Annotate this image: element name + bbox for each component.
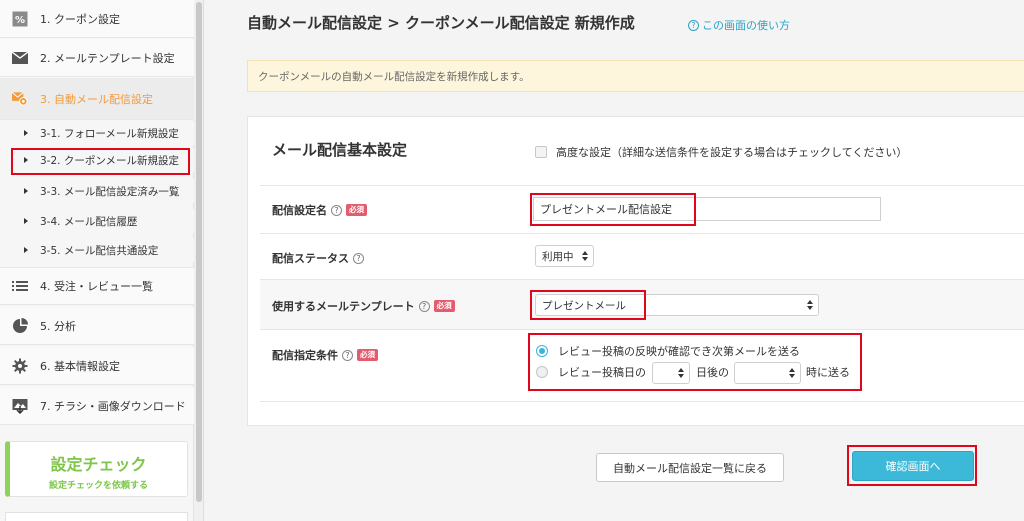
label-text: 配信ステータス (272, 252, 349, 265)
radio-unselected[interactable] (536, 366, 548, 378)
condition-option-scheduled[interactable]: レビュー投稿日の (536, 364, 646, 380)
sidebar-subitem-label: 3-4. メール配信履歴 (40, 215, 138, 228)
condition-option-prefix: レビュー投稿日の (558, 366, 646, 379)
required-badge: 必須 (357, 349, 378, 361)
caret-right-icon (24, 188, 28, 194)
help-question-icon[interactable]: ? (331, 204, 342, 216)
sidebar-subitem-label: 3-3. メール配信設定済み一覧 (40, 185, 180, 198)
settings-check-subtitle: 設定チェックを依頼する (48, 481, 148, 491)
caret-right-icon (24, 130, 28, 136)
select-arrows-icon (807, 300, 813, 310)
help-question-icon[interactable]: ? (418, 300, 430, 312)
sidebar-item-label: 7. チラシ・画像ダウンロード (40, 399, 186, 413)
help-question-icon[interactable]: ? (342, 349, 353, 361)
send-hour-select[interactable] (734, 362, 801, 384)
sidebar-subitem-label: 3-1. フォローメール新規設定 (40, 127, 179, 140)
condition-option-middle-text: 日後の (696, 366, 729, 379)
template-select-value: プレゼントメール (542, 299, 626, 312)
help-question-icon[interactable]: ? (353, 252, 364, 264)
pie-chart-icon (12, 317, 28, 334)
question-circle-icon: ? (688, 19, 699, 31)
caret-right-icon (24, 157, 28, 163)
sidebar-item-orders-reviews[interactable]: 4. 受注・レビュー一覧 (0, 267, 194, 305)
advanced-settings-label: 高度な設定（詳細な送信条件を設定する場合はチェックしてください） (556, 146, 908, 159)
condition-option-immediate[interactable]: レビュー投稿の反映が確認でき次第メールを送る (536, 343, 800, 359)
list-icon (12, 278, 28, 294)
required-badge: 必須 (433, 300, 455, 312)
sidebar-item-label: 4. 受注・レビュー一覧 (40, 280, 153, 293)
sidebar-subitem-follow-mail[interactable]: 3-1. フォローメール新規設定 (0, 121, 194, 145)
label-text: 使用するメールテンプレート (272, 300, 415, 313)
label-text: 配信設定名 (272, 204, 327, 217)
sidebar-item-mail-template[interactable]: 2. メールテンプレート設定 (0, 39, 194, 77)
sidebar-item-basic-info[interactable]: 6. 基本情報設定 (0, 347, 194, 385)
required-badge: 必須 (346, 204, 367, 216)
condition-field-label: 配信指定条件 ? 必須 (272, 347, 378, 363)
select-arrows-icon (582, 251, 588, 261)
settings-check-button[interactable]: 設定チェック 設定チェックを依頼する (5, 441, 188, 497)
caret-right-icon (24, 247, 28, 253)
section-title: メール配信基本設定 (272, 141, 408, 159)
sidebar: % 1. クーポン設定 2. メールテンプレート設定 3. 自動メール配信設定 … (0, 0, 194, 521)
sidebar-scrollbar[interactable] (194, 0, 204, 521)
notice-text: クーポンメールの自動メール配信設定を新規作成します。 (258, 70, 530, 83)
row-divider (260, 185, 1024, 186)
sidebar-next-panel (5, 512, 188, 521)
sidebar-subitem-history[interactable]: 3-4. メール配信履歴 (0, 209, 194, 233)
caret-right-icon (24, 218, 28, 224)
sidebar-item-label: 6. 基本情報設定 (40, 359, 120, 373)
status-select[interactable]: 利用中 (535, 245, 594, 267)
svg-text:%: % (15, 15, 25, 26)
template-select[interactable]: プレゼントメール (535, 294, 819, 316)
confirm-button[interactable]: 確認画面へ (852, 451, 974, 481)
sidebar-subitem-common[interactable]: 3-5. メール配信共通設定 (0, 238, 194, 262)
sidebar-item-label: 1. クーポン設定 (40, 12, 120, 26)
auto-mail-gear-icon (12, 91, 28, 107)
envelope-icon (12, 50, 28, 66)
days-after-select[interactable] (652, 362, 690, 384)
checkbox-box[interactable] (535, 146, 547, 158)
row-divider (260, 233, 1024, 234)
name-field-label: 配信設定名 ? 必須 (272, 202, 367, 218)
label-text: 配信指定条件 (272, 349, 338, 362)
condition-option-suffix-text: 時に送る (806, 366, 850, 379)
row-divider (260, 329, 1024, 330)
radio-selected[interactable] (536, 345, 548, 357)
row-divider (260, 401, 1024, 402)
sidebar-item-label: 3. 自動メール配信設定 (40, 92, 153, 106)
sidebar-subitem-coupon-mail[interactable]: 3-2. クーポンメール新規設定 (0, 148, 194, 172)
select-arrows-icon (678, 368, 684, 378)
sidebar-subitem-label: 3-2. クーポンメール新規設定 (40, 154, 180, 167)
sidebar-subitem-configured-list[interactable]: 3-3. メール配信設定済み一覧 (0, 179, 194, 203)
sidebar-subitem-label: 3-5. メール配信共通設定 (40, 244, 159, 257)
status-field-label: 配信ステータス ? (272, 250, 364, 266)
sidebar-item-auto-mail[interactable]: 3. 自動メール配信設定 (0, 78, 194, 120)
sidebar-item-analysis[interactable]: 5. 分析 (0, 307, 194, 345)
condition-option-middle: 日後の (696, 364, 729, 380)
select-arrows-icon (789, 368, 795, 378)
sidebar-item-coupon[interactable]: % 1. クーポン設定 (0, 0, 194, 38)
coupon-percent-icon: % (12, 11, 28, 27)
scrollbar-thumb[interactable] (196, 2, 202, 502)
image-download-icon (12, 398, 28, 414)
settings-check-title: 設定チェック (50, 455, 147, 474)
delivery-name-input[interactable] (533, 197, 881, 221)
gear-icon (12, 358, 28, 374)
page-title: 自動メール配信設定 > クーポンメール配信設定 新規作成 (247, 14, 635, 32)
back-to-list-button[interactable]: 自動メール配信設定一覧に戻る (596, 453, 784, 482)
sidebar-item-label: 5. 分析 (40, 319, 76, 333)
template-field-label: 使用するメールテンプレート ? 必須 (272, 298, 455, 314)
row-divider (260, 279, 1024, 280)
condition-option-suffix: 時に送る (806, 364, 850, 380)
help-link[interactable]: ? この画面の使い方 (688, 17, 790, 33)
info-notice: クーポンメールの自動メール配信設定を新規作成します。 (247, 60, 1024, 92)
help-link-label: この画面の使い方 (702, 19, 790, 32)
condition-option-label: レビュー投稿の反映が確認でき次第メールを送る (558, 345, 800, 358)
status-select-value: 利用中 (542, 250, 574, 263)
advanced-settings-checkbox[interactable]: 高度な設定（詳細な送信条件を設定する場合はチェックしてください） (535, 144, 907, 160)
sidebar-item-flyer-download[interactable]: 7. チラシ・画像ダウンロード (0, 387, 194, 425)
sidebar-item-label: 2. メールテンプレート設定 (40, 51, 175, 65)
